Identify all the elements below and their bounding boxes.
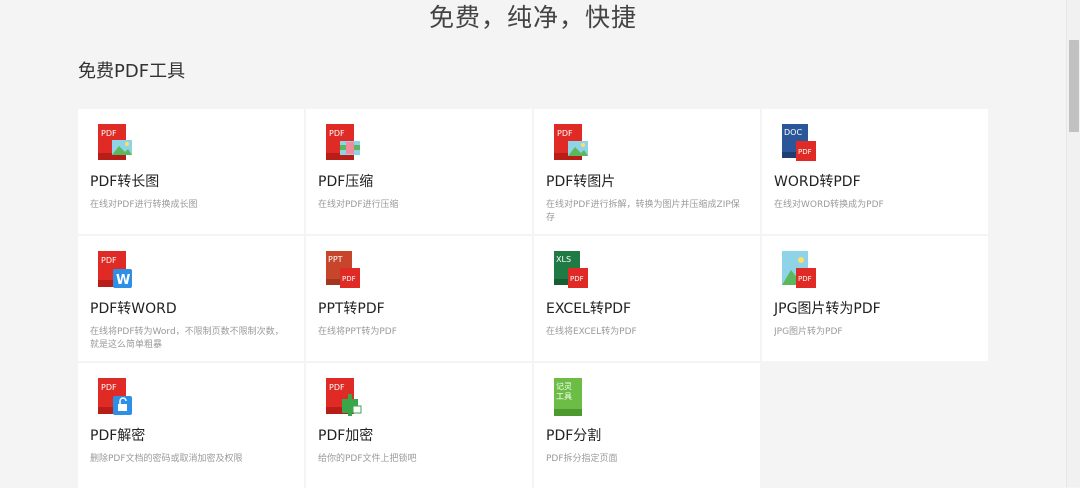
tool-description: 在线对PDF进行转换成长图	[90, 200, 198, 210]
svg-text:PPT: PPT	[328, 255, 343, 264]
page-scrollbar[interactable]	[1066, 0, 1080, 487]
jpg-to-pdf-icon: PDF	[782, 251, 816, 288]
svg-text:PDF: PDF	[101, 256, 117, 265]
svg-text:XLS: XLS	[556, 255, 571, 264]
tool-name: PDF加密	[318, 428, 374, 444]
tool-description: 给你的PDF文件上把锁吧	[318, 454, 417, 464]
tool-card-pdf-to-image[interactable]: PDF PDF转图片 在线对PDF进行拆解，转换为图片并压缩成ZIP保存	[534, 109, 760, 234]
svg-text:PDF: PDF	[329, 383, 345, 392]
tool-description: 在线对PDF进行拆解，转换为图片并压缩成ZIP保存	[546, 200, 740, 223]
tool-description: 在线将EXCEL转为PDF	[546, 327, 637, 337]
tool-name: PDF转长图	[90, 174, 160, 190]
svg-text:PDF: PDF	[557, 129, 573, 138]
tool-description: 在线对WORD转换成为PDF	[774, 200, 884, 210]
svg-text:PDF: PDF	[101, 383, 117, 392]
tool-name: PDF分割	[546, 428, 602, 444]
excel-to-pdf-icon: XLS PDF	[554, 251, 588, 288]
svg-text:PDF: PDF	[570, 275, 584, 283]
pdf-compress-icon: PDF	[326, 124, 360, 160]
tool-card-pdf-decrypt[interactable]: PDF PDF解密 删除PDF文档的密码或取消加密及权限	[78, 363, 304, 488]
tool-name: WORD转PDF	[774, 174, 861, 190]
svg-text:PDF: PDF	[329, 129, 345, 138]
tool-description: PDF拆分指定页面	[546, 454, 618, 464]
tool-description: 在线将PDF转为Word，不限制页数不限制次数，就是这么简单粗暴	[90, 327, 284, 350]
pdf-to-image-icon: PDF	[554, 124, 588, 160]
tool-name: JPG图片转为PDF	[774, 301, 881, 317]
tool-card-excel-to-pdf[interactable]: XLS PDF EXCEL转PDF 在线将EXCEL转为PDF	[534, 236, 760, 361]
svg-text:DOC: DOC	[784, 128, 802, 137]
tool-card-word-to-pdf[interactable]: DOC PDF WORD转PDF 在线对WORD转换成为PDF	[762, 109, 988, 234]
section-title: 免费PDF工具	[78, 61, 186, 82]
tool-card-pdf-compress[interactable]: PDF PDF压缩 在线对PDF进行压缩	[306, 109, 532, 234]
tool-description: 删除PDF文档的密码或取消加密及权限	[90, 454, 243, 464]
svg-text:PDF: PDF	[342, 275, 356, 283]
tool-name: PPT转PDF	[318, 301, 385, 317]
tool-name: PDF转WORD	[90, 301, 177, 317]
pdf-split-icon: 记灵 工具	[554, 378, 582, 416]
tool-name: PDF解密	[90, 428, 146, 444]
ppt-to-pdf-icon: PPT PDF	[326, 251, 360, 288]
tool-card-pdf-to-long-image[interactable]: PDF PDF转长图 在线对PDF进行转换成长图	[78, 109, 304, 234]
svg-text:W: W	[116, 273, 130, 288]
pdf-to-long-image-icon: PDF	[98, 124, 132, 160]
svg-text:工具: 工具	[556, 392, 572, 401]
tool-card-pdf-encrypt[interactable]: PDF PDF加密 给你的PDF文件上把锁吧	[306, 363, 532, 488]
pdf-encrypt-icon: PDF	[326, 378, 362, 416]
tool-name: PDF转图片	[546, 174, 616, 190]
svg-text:记灵: 记灵	[556, 382, 572, 391]
tool-card-pdf-split[interactable]: 记灵 工具 PDF分割 PDF拆分指定页面	[534, 363, 760, 488]
hero-title: 免费，纯净，快捷	[428, 3, 637, 32]
pdf-decrypt-icon: PDF	[98, 378, 132, 415]
tool-name: EXCEL转PDF	[546, 301, 632, 317]
tool-name: PDF压缩	[318, 174, 374, 190]
scrollbar-thumb[interactable]	[1069, 40, 1079, 132]
tool-card-pdf-to-word[interactable]: PDF W PDF转WORD 在线将PDF转为Word，不限制页数不限制次数，就…	[78, 236, 304, 361]
pdf-to-word-icon: PDF W	[98, 251, 132, 288]
tool-card-jpg-to-pdf[interactable]: PDF JPG图片转为PDF JPG图片转为PDF	[762, 236, 988, 361]
svg-text:PDF: PDF	[101, 129, 117, 138]
svg-text:PDF: PDF	[798, 275, 812, 283]
tool-description: 在线将PPT转为PDF	[318, 327, 397, 337]
word-to-pdf-icon: DOC PDF	[782, 124, 816, 161]
svg-text:PDF: PDF	[798, 148, 812, 156]
tool-description: 在线对PDF进行压缩	[318, 200, 399, 210]
tool-card-ppt-to-pdf[interactable]: PPT PDF PPT转PDF 在线将PPT转为PDF	[306, 236, 532, 361]
tool-description: JPG图片转为PDF	[774, 327, 843, 337]
